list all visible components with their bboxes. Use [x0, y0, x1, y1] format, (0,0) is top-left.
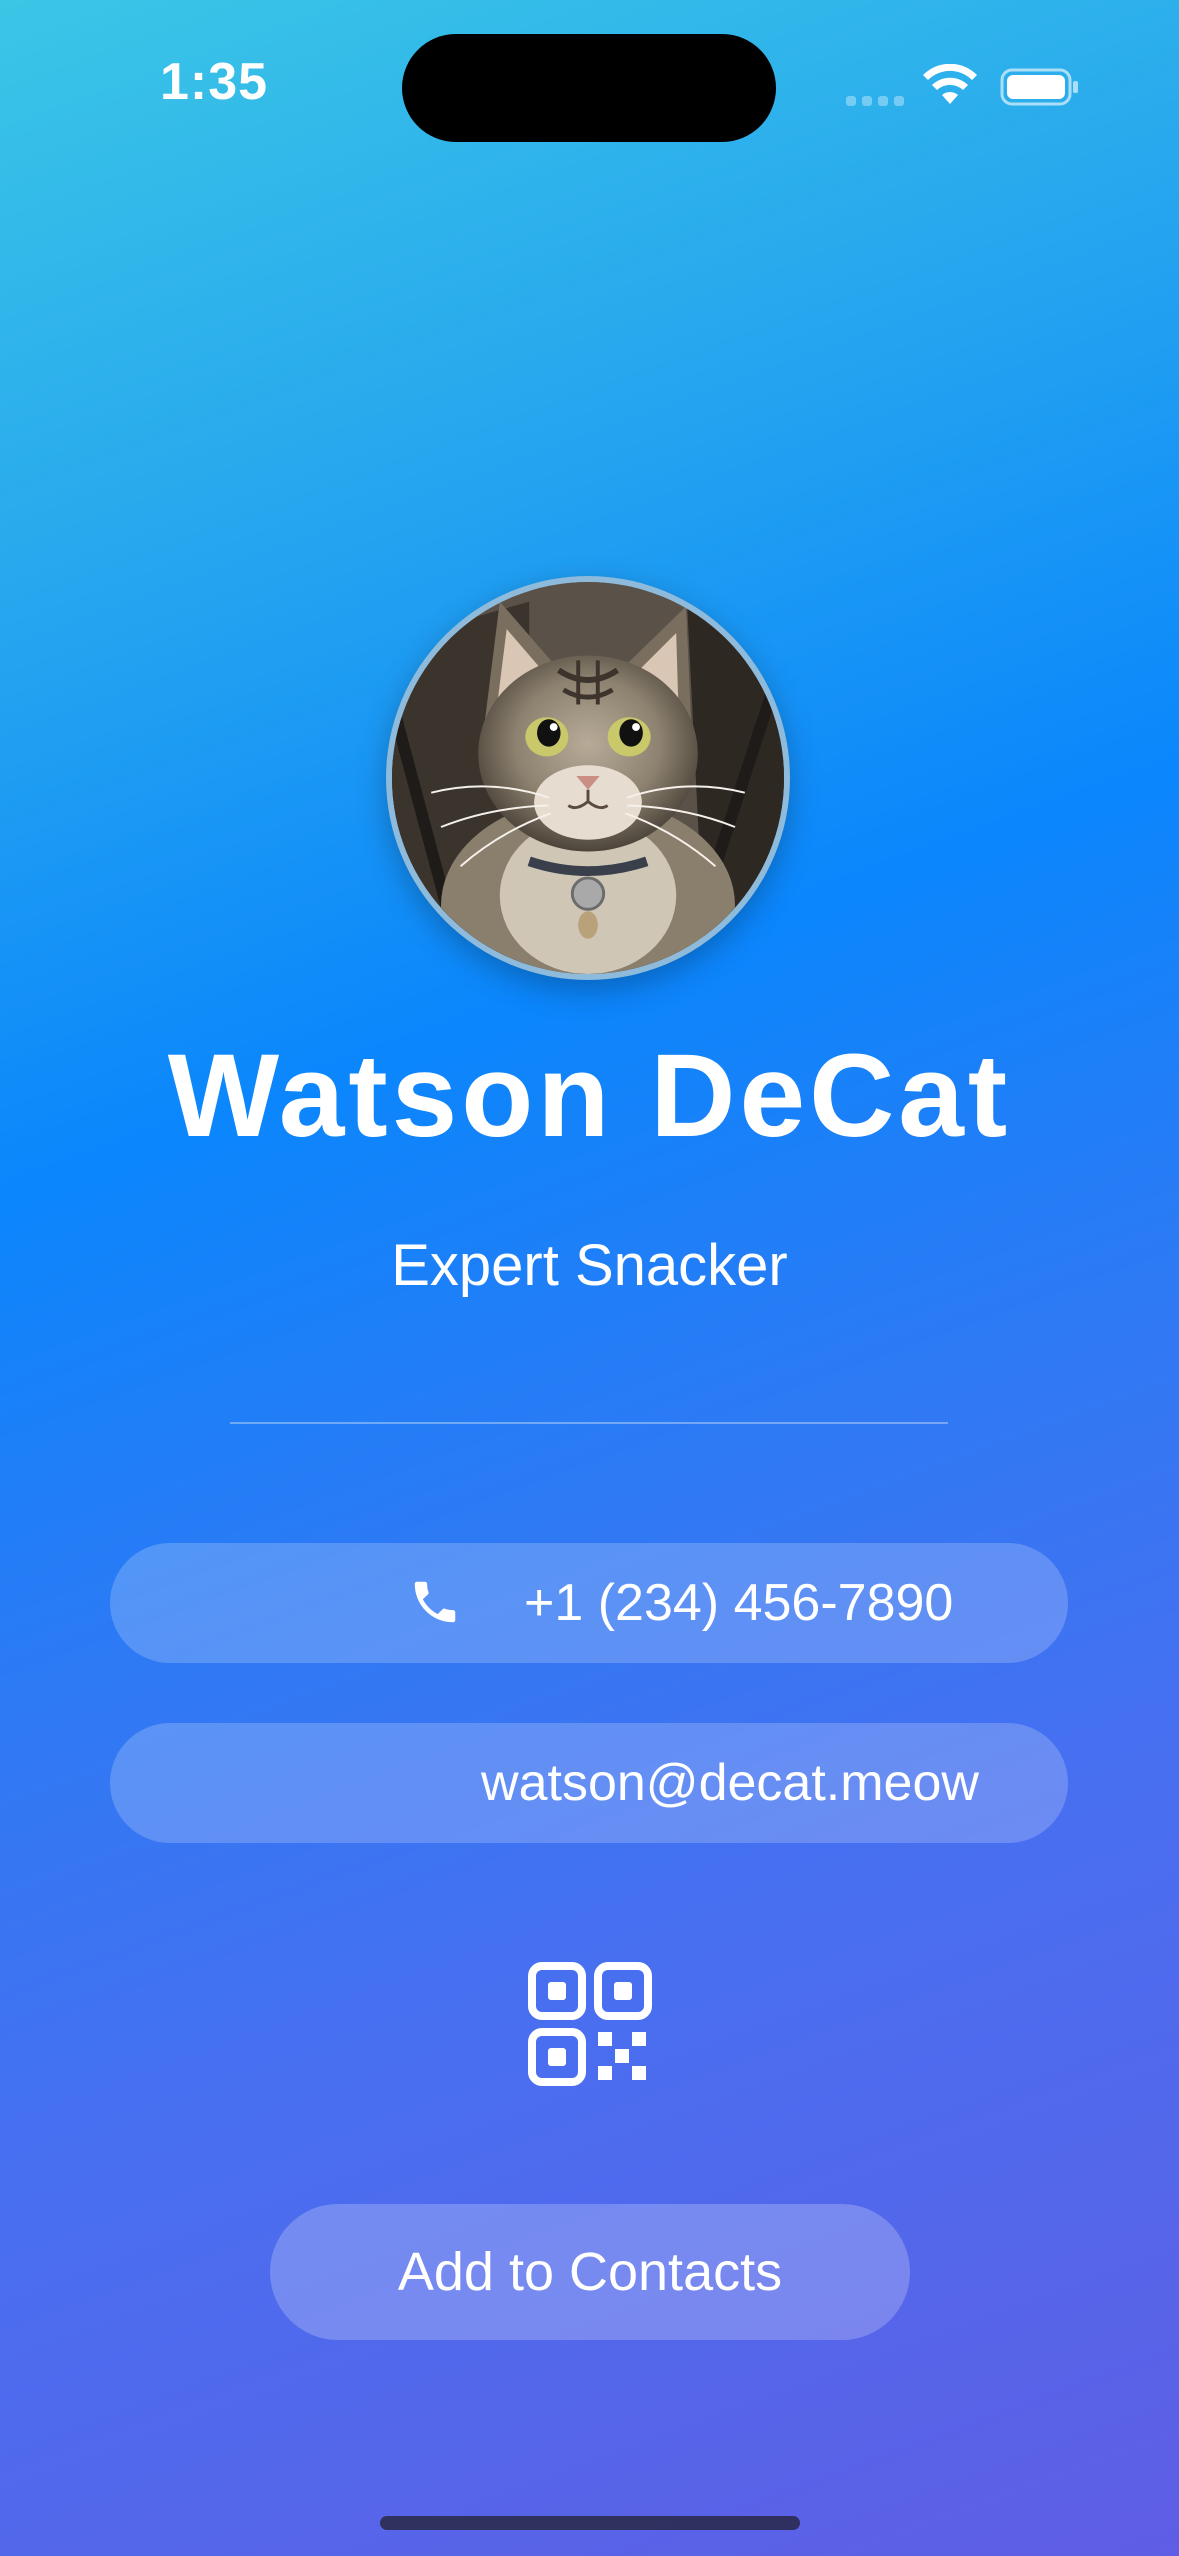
contact-title: Expert Snacker: [391, 1233, 788, 1298]
contact-card-screen: 1:35 Watson DeCat Expert Snacker +1 (234…: [0, 0, 1179, 2556]
add-to-contacts-button[interactable]: Add to Contacts: [270, 2204, 910, 2340]
phone-button[interactable]: +1 (234) 456-7890: [110, 1543, 1068, 1663]
dynamic-island: [402, 34, 776, 142]
email-address: watson@decat.meow: [481, 1754, 979, 1812]
avatar: [386, 576, 790, 980]
cellular-signal-icon: [846, 96, 904, 106]
wifi-icon: [923, 64, 977, 104]
status-time: 1:35: [160, 53, 269, 111]
phone-number: +1 (234) 456-7890: [524, 1574, 954, 1632]
home-indicator[interactable]: [380, 2516, 800, 2530]
qr-code-icon[interactable]: [528, 1962, 652, 2086]
contact-name: Watson DeCat: [167, 1030, 1012, 1162]
cat-photo: [392, 582, 784, 974]
phone-icon: [414, 1581, 456, 1623]
email-button[interactable]: watson@decat.meow: [110, 1723, 1068, 1843]
battery-icon: [1000, 68, 1078, 106]
divider: [230, 1422, 948, 1424]
